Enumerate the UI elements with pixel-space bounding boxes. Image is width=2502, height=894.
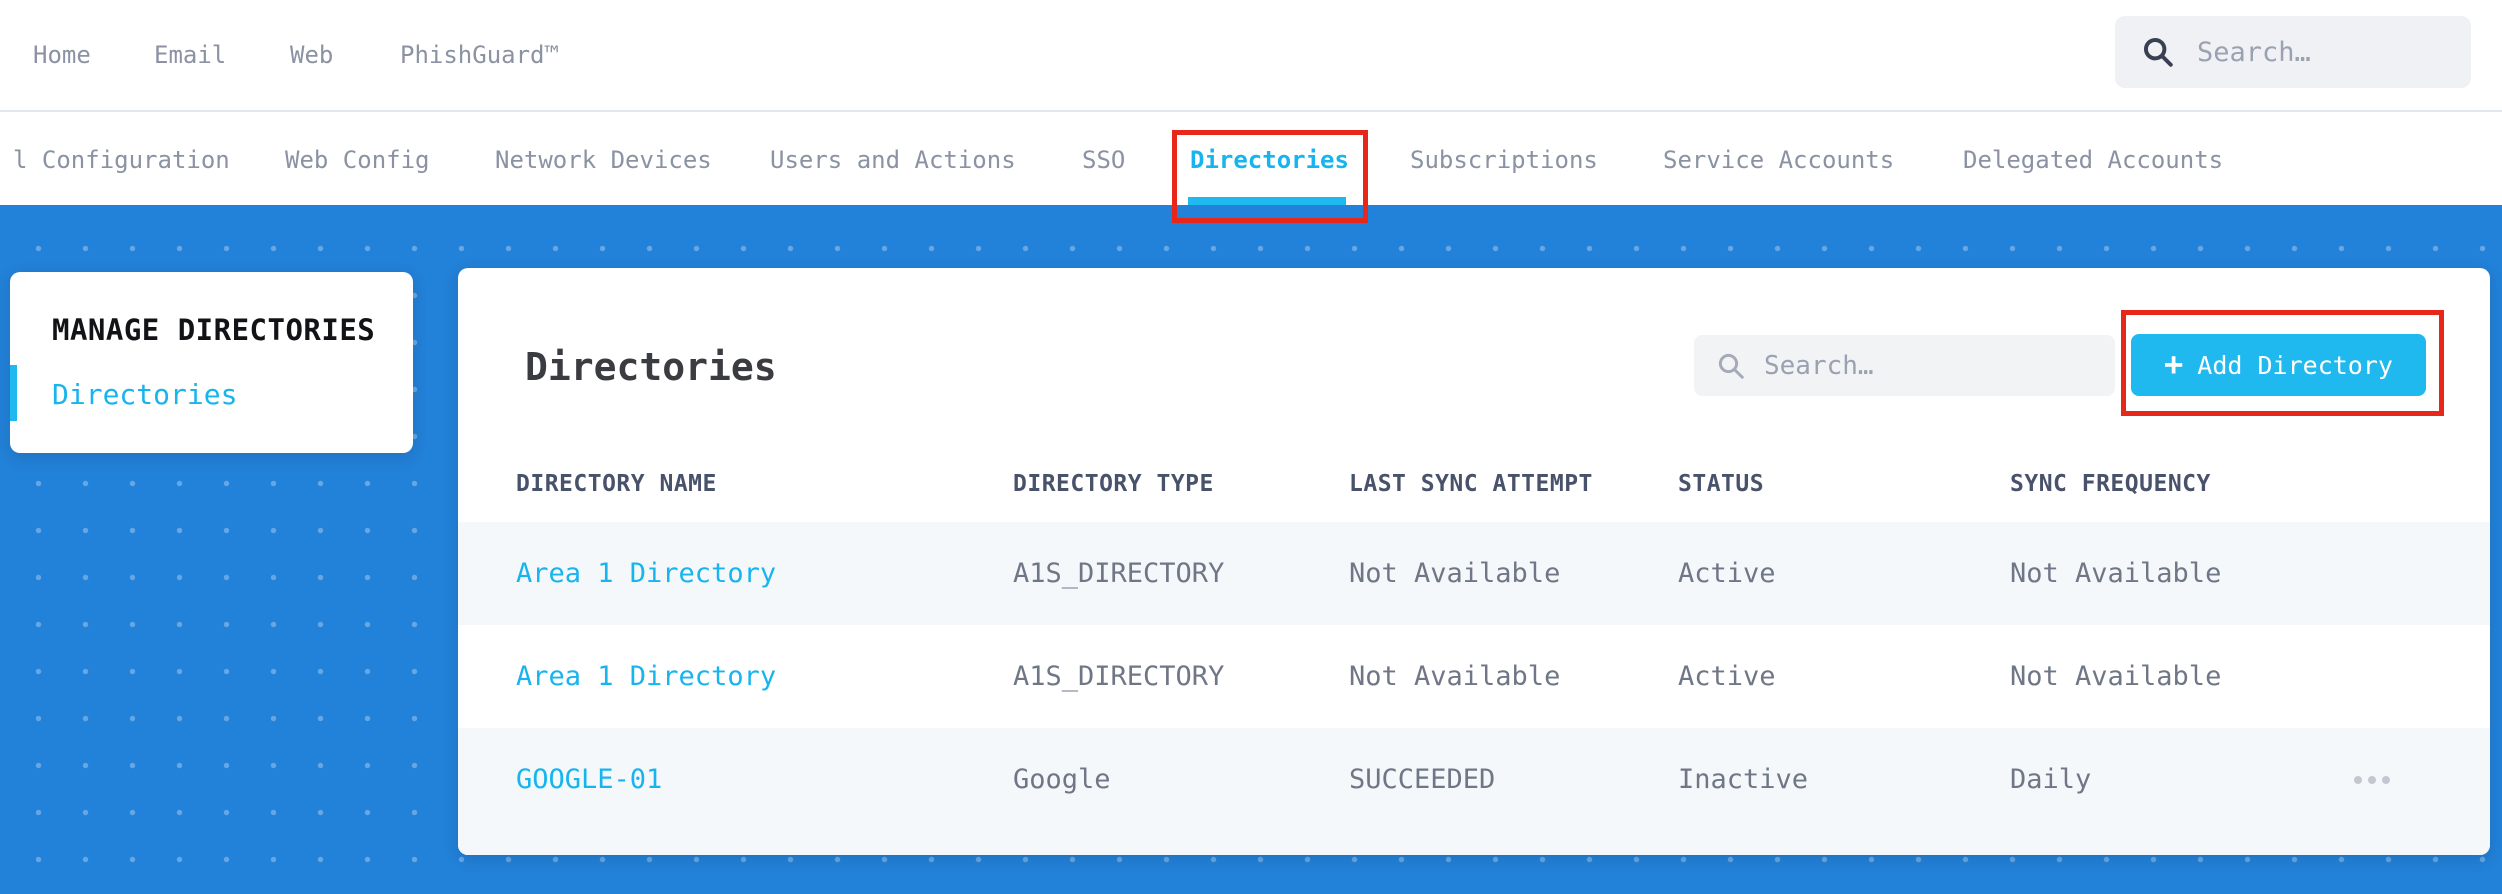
- sidebar-active-indicator: [10, 365, 17, 421]
- page: Home Email Web PhishGuard™ l Configurati…: [0, 0, 2502, 894]
- status-cell: Active: [1678, 661, 1776, 692]
- nav-web[interactable]: Web: [290, 0, 333, 110]
- table-row: Area 1 Directory A1S_DIRECTORY Not Avail…: [458, 625, 2490, 728]
- tab-directories[interactable]: Directories: [1190, 112, 1349, 207]
- nav-phishguard[interactable]: PhishGuard™: [400, 0, 559, 110]
- table-row: Area 1 Directory A1S_DIRECTORY Not Avail…: [458, 522, 2490, 625]
- col-header-directory-type: DIRECTORY TYPE: [1013, 471, 1214, 497]
- directory-name-link[interactable]: Area 1 Directory: [516, 661, 1013, 692]
- nav-home[interactable]: Home: [33, 0, 91, 110]
- table-header-row: DIRECTORY NAME DIRECTORY TYPE LAST SYNC …: [458, 446, 2490, 522]
- search-icon: [2143, 37, 2173, 67]
- add-directory-label: Add Directory: [2197, 350, 2393, 380]
- tab-users-and-actions[interactable]: Users and Actions: [770, 112, 1016, 207]
- last-sync-cell: Not Available: [1349, 661, 1561, 692]
- directory-type-cell: A1S_DIRECTORY: [1013, 661, 1225, 692]
- directories-search-input[interactable]: [1764, 350, 2093, 381]
- search-icon: [1718, 353, 1744, 379]
- global-search-box[interactable]: [2115, 16, 2471, 88]
- directory-type-cell: Google: [1013, 764, 1111, 795]
- sync-frequency-cell: Daily: [2010, 764, 2092, 795]
- ellipsis-icon[interactable]: [2354, 766, 2390, 794]
- sidebar-item-directories[interactable]: Directories: [52, 378, 237, 412]
- col-header-last-sync-attempt: LAST SYNC ATTEMPT: [1349, 471, 1593, 497]
- table-body: Area 1 Directory A1S_DIRECTORY Not Avail…: [458, 522, 2490, 855]
- tab-web-config[interactable]: Web Config: [285, 112, 430, 207]
- active-tab-underline: [1188, 197, 1346, 205]
- status-cell: Active: [1678, 558, 1776, 589]
- tab-delegated-accounts[interactable]: Delegated Accounts: [1963, 112, 2223, 207]
- page-title: Directories: [525, 345, 777, 389]
- col-header-sync-frequency: SYNC FREQUENCY: [2010, 471, 2211, 497]
- sync-frequency-cell: Not Available: [2010, 558, 2222, 589]
- tab-subscriptions[interactable]: Subscriptions: [1410, 112, 1598, 207]
- directories-panel: Directories + Add Directory DIRECTORY NA…: [458, 268, 2490, 855]
- plus-icon: +: [2164, 344, 2184, 383]
- add-directory-button[interactable]: + Add Directory: [2131, 334, 2426, 396]
- col-header-status: STATUS: [1678, 471, 1765, 497]
- last-sync-cell: SUCCEEDED: [1349, 764, 1496, 795]
- content-background: MANAGE DIRECTORIES Directories Directori…: [0, 205, 2502, 894]
- status-cell: Inactive: [1678, 764, 1809, 795]
- manage-directories-card: MANAGE DIRECTORIES Directories: [10, 272, 413, 453]
- tab-service-accounts[interactable]: Service Accounts: [1663, 112, 1894, 207]
- sync-frequency-cell: Not Available: [2010, 661, 2222, 692]
- nav-email[interactable]: Email: [154, 0, 226, 110]
- directory-type-cell: A1S_DIRECTORY: [1013, 558, 1225, 589]
- primary-navbar: Home Email Web PhishGuard™: [0, 0, 2502, 110]
- table-row: GOOGLE-01 Google SUCCEEDED Inactive Dail…: [458, 728, 2490, 855]
- sidebar-heading: MANAGE DIRECTORIES: [52, 313, 376, 347]
- tab-email-configuration[interactable]: l Configuration: [13, 112, 230, 207]
- settings-tab-bar: l Configuration Web Config Network Devic…: [0, 110, 2502, 205]
- directory-name-link[interactable]: GOOGLE-01: [516, 764, 1013, 795]
- col-header-directory-name: DIRECTORY NAME: [516, 471, 717, 497]
- directories-search-box[interactable]: [1694, 335, 2115, 396]
- tab-network-devices[interactable]: Network Devices: [495, 112, 712, 207]
- global-search-input[interactable]: [2197, 36, 2445, 68]
- tab-sso[interactable]: SSO: [1082, 112, 1125, 207]
- directory-name-link[interactable]: Area 1 Directory: [516, 558, 1013, 589]
- last-sync-cell: Not Available: [1349, 558, 1561, 589]
